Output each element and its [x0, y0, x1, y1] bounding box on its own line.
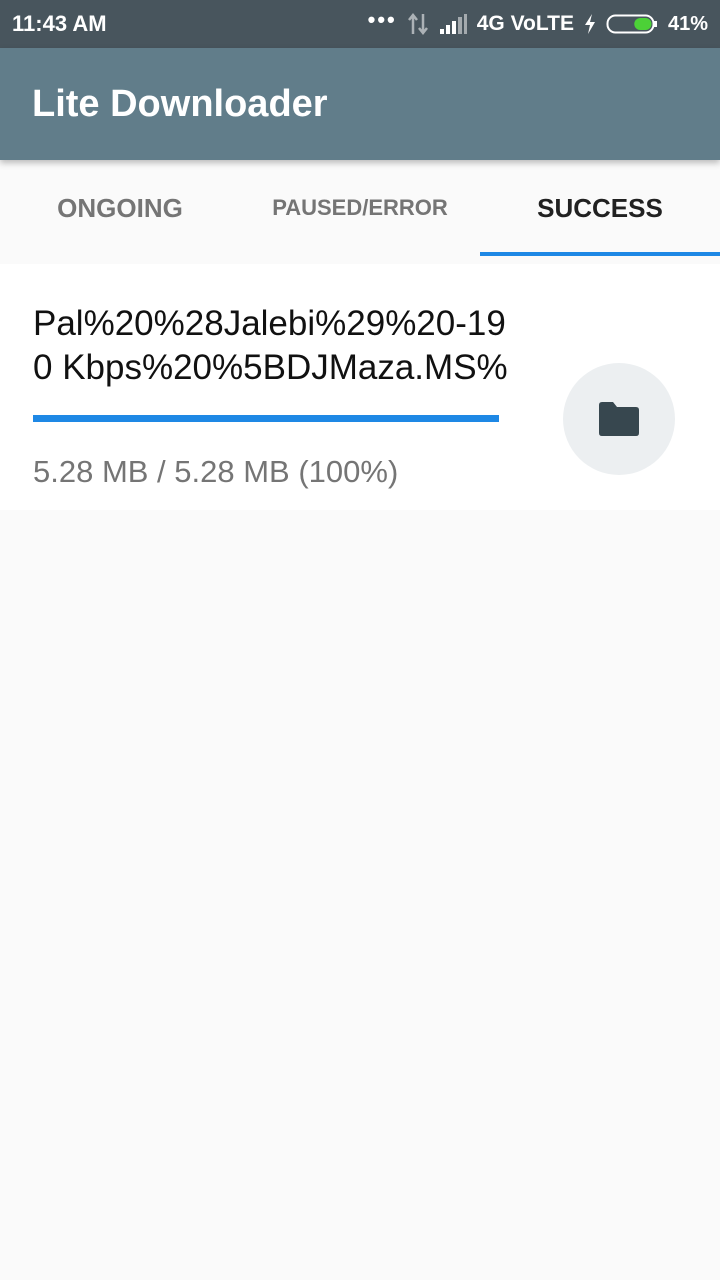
- status-icons: ••• 4G VoLTE 41%: [368, 7, 708, 37]
- data-transfer-icon: [407, 12, 428, 36]
- download-item[interactable]: Pal%20%28Jalebi%29%20-190 Kbps%20%5BDJMa…: [0, 264, 720, 510]
- app-title: Lite Downloader: [32, 82, 328, 125]
- signal-icon: [439, 14, 467, 34]
- app-bar: Lite Downloader: [0, 48, 720, 160]
- tab-bar: ONGOING PAUSED/ERROR SUCCESS: [0, 160, 720, 256]
- network-type: 4G VoLTE: [476, 12, 574, 35]
- tab-ongoing[interactable]: ONGOING: [0, 160, 240, 256]
- tab-paused-error[interactable]: PAUSED/ERROR: [240, 160, 480, 256]
- status-time: 11:43 AM: [12, 11, 107, 36]
- battery-icon: [606, 14, 657, 34]
- notification-dots: •••: [367, 7, 397, 32]
- download-progress-bar: [33, 415, 499, 422]
- charging-icon: [584, 14, 595, 34]
- open-folder-button[interactable]: [563, 363, 675, 475]
- status-bar: 11:43 AM ••• 4G VoLTE 41%: [0, 0, 720, 48]
- download-file-name: Pal%20%28Jalebi%29%20-190 Kbps%20%5BDJMa…: [33, 304, 508, 387]
- folder-icon: [599, 402, 639, 436]
- download-progress-fill: [33, 415, 499, 422]
- tab-success[interactable]: SUCCESS: [480, 160, 720, 256]
- download-size-text: 5.28 MB / 5.28 MB (100%): [33, 454, 399, 489]
- battery-percent: 41%: [667, 12, 708, 35]
